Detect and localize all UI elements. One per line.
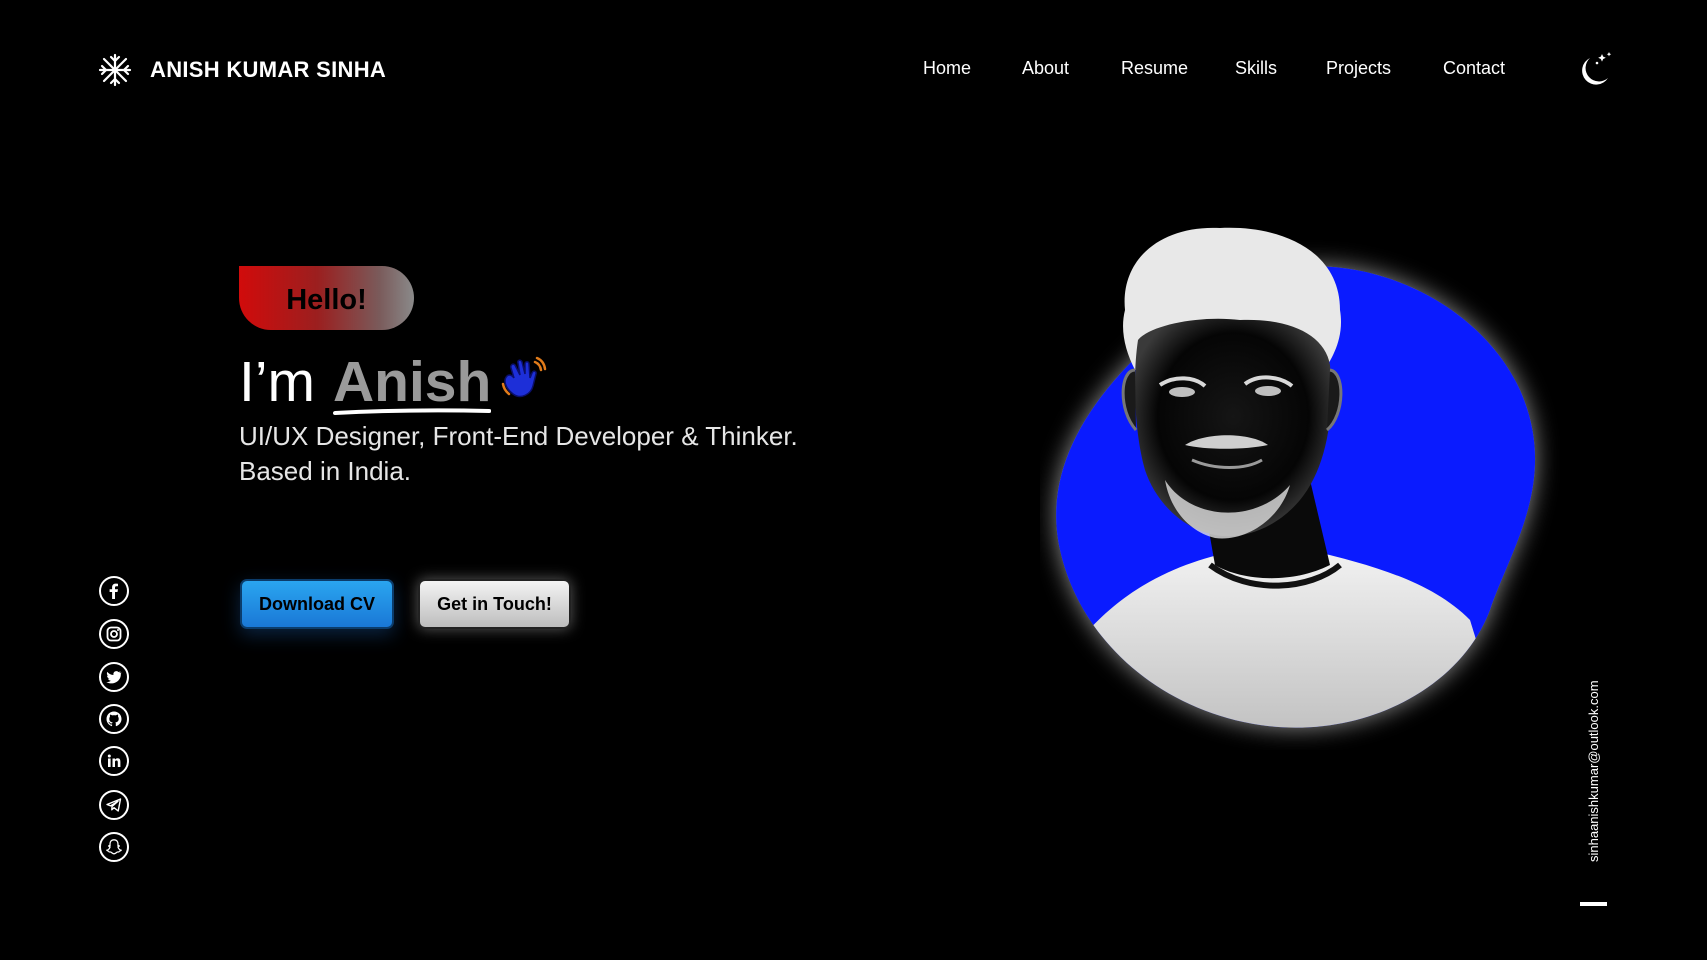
facebook-icon[interactable] (99, 576, 129, 606)
nav-resume[interactable]: Resume (1121, 58, 1188, 79)
hero-heading: I’m Anish (239, 346, 547, 418)
waving-hand-icon (502, 356, 547, 398)
nav-home[interactable]: Home (923, 58, 971, 79)
hero-tagline: UI/UX Designer, Front-End Developer & Th… (239, 421, 798, 451)
name-underline (332, 408, 492, 415)
instagram-icon[interactable] (99, 619, 129, 649)
moon-stars-icon[interactable] (1574, 50, 1614, 90)
linkedin-icon[interactable] (99, 746, 129, 776)
hero-location: Based in India. (239, 456, 412, 486)
portfolio-page: ANISH KUMAR SINHA Home About Resume Skil… (0, 0, 1707, 960)
github-icon[interactable] (99, 704, 129, 734)
nav-about[interactable]: About (1022, 58, 1069, 79)
twitter-icon[interactable] (99, 662, 129, 692)
main-nav: Home About Resume Skills Projects Contac… (0, 58, 1707, 88)
profile-portrait (1056, 227, 1536, 728)
hello-badge: Hello! (239, 266, 414, 330)
email-divider (1580, 902, 1607, 906)
hero-name: Anish (332, 346, 492, 418)
get-in-touch-button[interactable]: Get in Touch! (418, 579, 571, 629)
telegram-icon[interactable] (99, 790, 129, 820)
email-link[interactable]: sinhaanishkumar@outlook.com (1586, 680, 1601, 862)
intro-text: I’m (239, 350, 315, 414)
download-cv-button[interactable]: Download CV (240, 579, 394, 629)
name-text: Anish (332, 350, 492, 414)
nav-projects[interactable]: Projects (1326, 58, 1391, 79)
nav-skills[interactable]: Skills (1235, 58, 1277, 79)
snapchat-icon[interactable] (99, 832, 129, 862)
nav-contact[interactable]: Contact (1443, 58, 1505, 79)
